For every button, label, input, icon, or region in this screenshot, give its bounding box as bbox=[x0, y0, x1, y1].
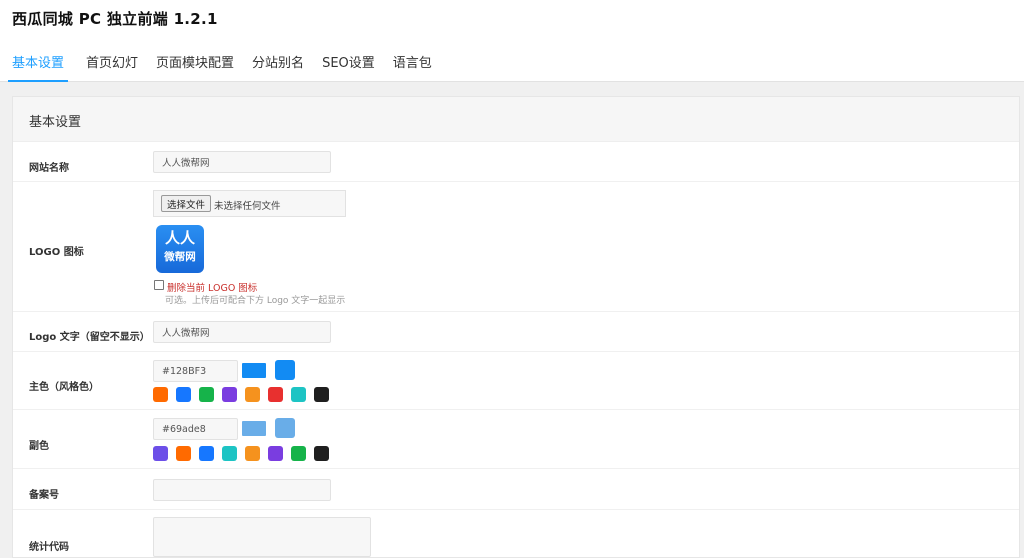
logo-text-input[interactable]: 人人微帮网 bbox=[153, 321, 331, 343]
section-title: 基本设置 bbox=[29, 115, 82, 130]
primary-color-preset-swatch[interactable] bbox=[222, 387, 237, 402]
tab-site-alias[interactable]: 分站别名 bbox=[252, 44, 304, 80]
primary-color-input[interactable]: #128BF3 bbox=[153, 360, 238, 382]
row-divider bbox=[13, 351, 1019, 352]
primary-color-label: 主色（风格色） bbox=[29, 382, 99, 393]
logo-label: LOGO 图标 bbox=[29, 247, 84, 258]
site-name-input[interactable]: 人人微帮网 bbox=[153, 151, 331, 173]
choose-file-button[interactable]: 选择文件 bbox=[161, 195, 212, 212]
settings-card: 基本设置 网站名称 人人微帮网 LOGO 图标 选择文件 未选择任何文件 人人 … bbox=[12, 96, 1020, 558]
primary-color-preset-swatch[interactable] bbox=[199, 387, 214, 402]
primary-color-preset-swatch[interactable] bbox=[153, 387, 168, 402]
logo-preview: 人人 微帮网 bbox=[156, 225, 204, 273]
row-divider bbox=[13, 509, 1019, 510]
stats-code-textarea[interactable] bbox=[153, 517, 371, 557]
top-bar: 西瓜同城 PC 独立前端 1.2.1 基本设置 首页幻灯 页面模块配置 分站别名… bbox=[0, 0, 1024, 82]
secondary-color-input[interactable]: #69ade8 bbox=[153, 418, 238, 440]
site-name-label: 网站名称 bbox=[29, 163, 69, 174]
icp-input[interactable] bbox=[153, 479, 331, 501]
logo-file-input[interactable]: 选择文件 未选择任何文件 bbox=[153, 190, 346, 217]
secondary-color-preset-swatch[interactable] bbox=[245, 446, 260, 461]
secondary-color-preview bbox=[275, 418, 295, 438]
tab-language-pack[interactable]: 语言包 bbox=[393, 44, 432, 80]
primary-color-preset-swatch[interactable] bbox=[176, 387, 191, 402]
secondary-color-preset-swatch[interactable] bbox=[176, 446, 191, 461]
tab-page-modules[interactable]: 页面模块配置 bbox=[156, 44, 234, 80]
card-header: 基本设置 bbox=[13, 97, 1019, 142]
secondary-color-preset-swatch[interactable] bbox=[222, 446, 237, 461]
primary-color-preset-swatch[interactable] bbox=[245, 387, 260, 402]
secondary-color-picker[interactable] bbox=[242, 421, 266, 436]
secondary-color-preset-swatch[interactable] bbox=[199, 446, 214, 461]
row-divider bbox=[13, 311, 1019, 312]
tab-bar: 基本设置 首页幻灯 页面模块配置 分站别名 SEO设置 语言包 bbox=[8, 44, 450, 82]
delete-logo-checkbox[interactable] bbox=[154, 280, 164, 290]
tab-basic-settings[interactable]: 基本设置 bbox=[8, 44, 69, 82]
tab-home-slides[interactable]: 首页幻灯 bbox=[86, 44, 138, 80]
row-divider bbox=[13, 181, 1019, 182]
logo-preview-line2: 微帮网 bbox=[164, 251, 196, 263]
logo-preview-line1: 人人 bbox=[164, 229, 195, 247]
stats-code-label: 统计代码 bbox=[29, 542, 69, 553]
icp-label: 备案号 bbox=[29, 490, 59, 501]
primary-color-preset-swatch[interactable] bbox=[314, 387, 329, 402]
secondary-color-preset-swatch[interactable] bbox=[268, 446, 283, 461]
row-divider bbox=[13, 468, 1019, 469]
secondary-color-label: 副色 bbox=[29, 441, 49, 452]
logo-text-label: Logo 文字（留空不显示） bbox=[29, 332, 150, 343]
app-title: 西瓜同城 PC 独立前端 1.2.1 bbox=[12, 10, 218, 28]
secondary-color-preset-swatch[interactable] bbox=[314, 446, 329, 461]
tab-seo[interactable]: SEO设置 bbox=[322, 44, 375, 80]
primary-color-preset-swatch[interactable] bbox=[291, 387, 306, 402]
secondary-color-preset-swatch[interactable] bbox=[153, 446, 168, 461]
file-status: 未选择任何文件 bbox=[214, 201, 281, 212]
secondary-color-preset-swatch[interactable] bbox=[291, 446, 306, 461]
primary-color-picker[interactable] bbox=[242, 363, 266, 378]
row-divider bbox=[13, 409, 1019, 410]
primary-color-preview bbox=[275, 360, 295, 380]
logo-help-text: 可选。上传后可配合下方 Logo 文字一起显示 bbox=[165, 296, 346, 306]
delete-logo-label[interactable]: 删除当前 LOGO 图标 bbox=[167, 280, 257, 294]
primary-color-preset-swatch[interactable] bbox=[268, 387, 283, 402]
